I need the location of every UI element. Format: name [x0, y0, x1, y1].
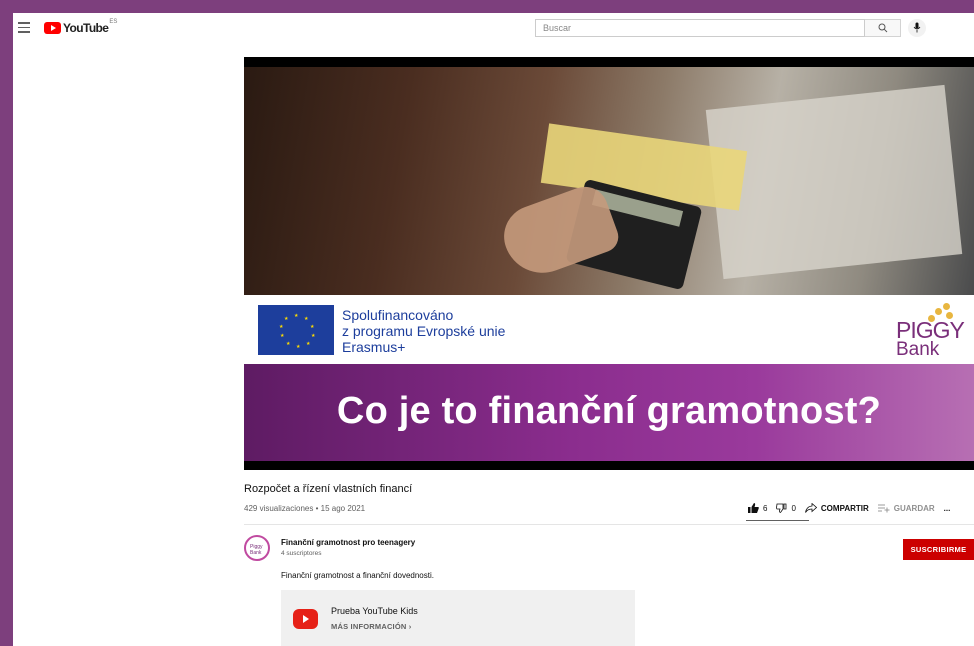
kids-promo-title: Prueba YouTube Kids	[331, 606, 418, 616]
video-title: Rozpočet a řízení vlastních financí	[244, 483, 413, 495]
search-icon	[878, 23, 888, 33]
share-label: COMPARTIR	[820, 503, 869, 513]
dislike-button[interactable]: 0	[776, 503, 796, 513]
more-info-link[interactable]: MÁS INFORMACIÓN ›	[331, 622, 412, 631]
thumbs-up-icon	[748, 503, 759, 513]
video-frame-image	[244, 67, 974, 295]
country-code: ES	[109, 19, 118, 25]
hamburger-menu-icon[interactable]	[18, 22, 30, 33]
eu-funding-text: Spolufinancováno z programu Evropské uni…	[342, 307, 505, 355]
logo-brand-bottom: Bank	[896, 339, 940, 360]
more-info-label: MÁS INFORMACIÓN	[331, 622, 407, 631]
subscribe-button[interactable]: SUSCRIBIRME	[903, 539, 974, 560]
channel-name[interactable]: Finanční gramotnost pro teenagery	[281, 538, 415, 547]
browser-page: YouTube ES Buscar ★ ★ ★ ★ ★ ★ ★ ★ ★ ★ Spolufin	[13, 13, 974, 646]
channel-avatar[interactable]: Piggy Bank	[244, 535, 270, 561]
eu-funding-banner: ★ ★ ★ ★ ★ ★ ★ ★ ★ ★ Spolufinancováno z program…	[244, 295, 974, 364]
add-to-playlist-icon	[877, 504, 890, 513]
masthead: YouTube ES Buscar	[13, 13, 974, 44]
eu-text-line-2: z programu Evropské unie	[342, 323, 506, 339]
eu-text-line-1: Spolufinancováno	[342, 307, 454, 323]
microphone-icon	[913, 22, 921, 33]
eu-text-line-3: Erasmus+	[342, 339, 406, 355]
youtube-logo[interactable]: YouTube ES	[44, 19, 118, 35]
view-count-date: 429 visualizaciones • 15 ago 2021	[244, 504, 366, 513]
save-label: GUARDAR	[893, 503, 935, 513]
avatar-text: Piggy Bank	[250, 544, 263, 556]
eu-flag-icon: ★ ★ ★ ★ ★ ★ ★ ★ ★ ★	[258, 305, 334, 355]
thumbs-down-icon	[776, 503, 787, 513]
share-button[interactable]: COMPARTIR	[805, 503, 869, 513]
like-ratio-bar	[746, 520, 809, 521]
piggy-bank-logo: PIGGY Bank	[896, 303, 972, 360]
voice-search-button[interactable]	[908, 19, 926, 37]
like-button[interactable]: 6	[748, 503, 767, 513]
divider	[244, 524, 974, 525]
video-player[interactable]: ★ ★ ★ ★ ★ ★ ★ ★ ★ ★ Spolufinancováno z program…	[244, 57, 974, 470]
search-input[interactable]: Buscar	[535, 19, 865, 37]
more-icon: ...	[943, 503, 951, 513]
youtube-kids-logo-icon	[293, 609, 318, 629]
logo-wordmark: YouTube	[63, 21, 109, 35]
subscriber-count: 4 suscriptores	[281, 550, 322, 557]
video-title-banner: Co je to finanční gramotnost?	[244, 364, 974, 461]
video-overlay-title: Co je to finanční gramotnost?	[336, 390, 882, 432]
video-description: Finanční gramotnost a finanční dovednost…	[281, 571, 434, 580]
youtube-play-icon	[44, 22, 61, 34]
video-actions: 6 0 COMPARTIR GUARDAR ...	[748, 503, 959, 513]
chevron-right-icon: ›	[408, 622, 412, 631]
like-count: 6	[763, 503, 768, 513]
more-actions-button[interactable]: ...	[944, 504, 951, 513]
share-icon	[805, 503, 817, 513]
dislike-count: 0	[791, 503, 796, 513]
search-button[interactable]	[865, 19, 901, 37]
save-button[interactable]: GUARDAR	[877, 503, 935, 513]
youtube-kids-promo: Prueba YouTube Kids MÁS INFORMACIÓN ›	[281, 590, 635, 646]
